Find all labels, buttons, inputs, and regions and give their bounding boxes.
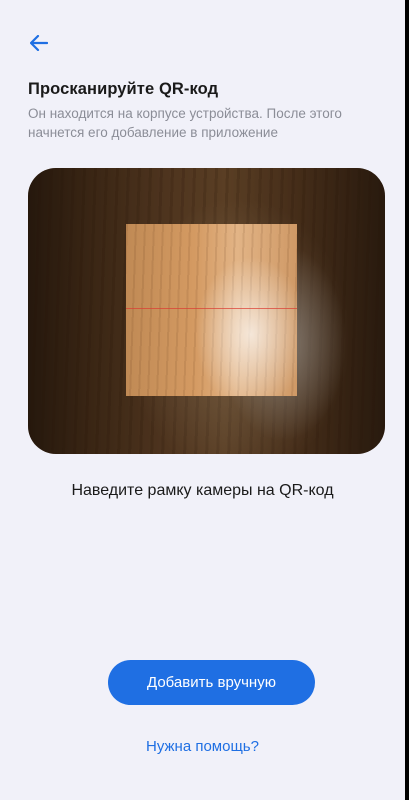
qr-scan-screen: Просканируйте QR-код Он находится на кор… [0, 0, 405, 800]
screen-edge [405, 0, 409, 800]
camera-hint: Наведите рамку камеры на QR-код [71, 482, 334, 499]
add-manually-button[interactable]: Добавить вручную [108, 660, 315, 705]
scan-line [126, 308, 297, 309]
camera-preview [28, 168, 385, 454]
page-subtitle: Он находится на корпусе устройства. Посл… [28, 106, 342, 140]
page-title: Просканируйте QR-код [28, 80, 219, 98]
help-link[interactable]: Нужна помощь? [0, 738, 405, 755]
arrow-left-icon [30, 35, 48, 51]
back-button[interactable] [26, 30, 52, 56]
scan-frame [126, 224, 297, 396]
